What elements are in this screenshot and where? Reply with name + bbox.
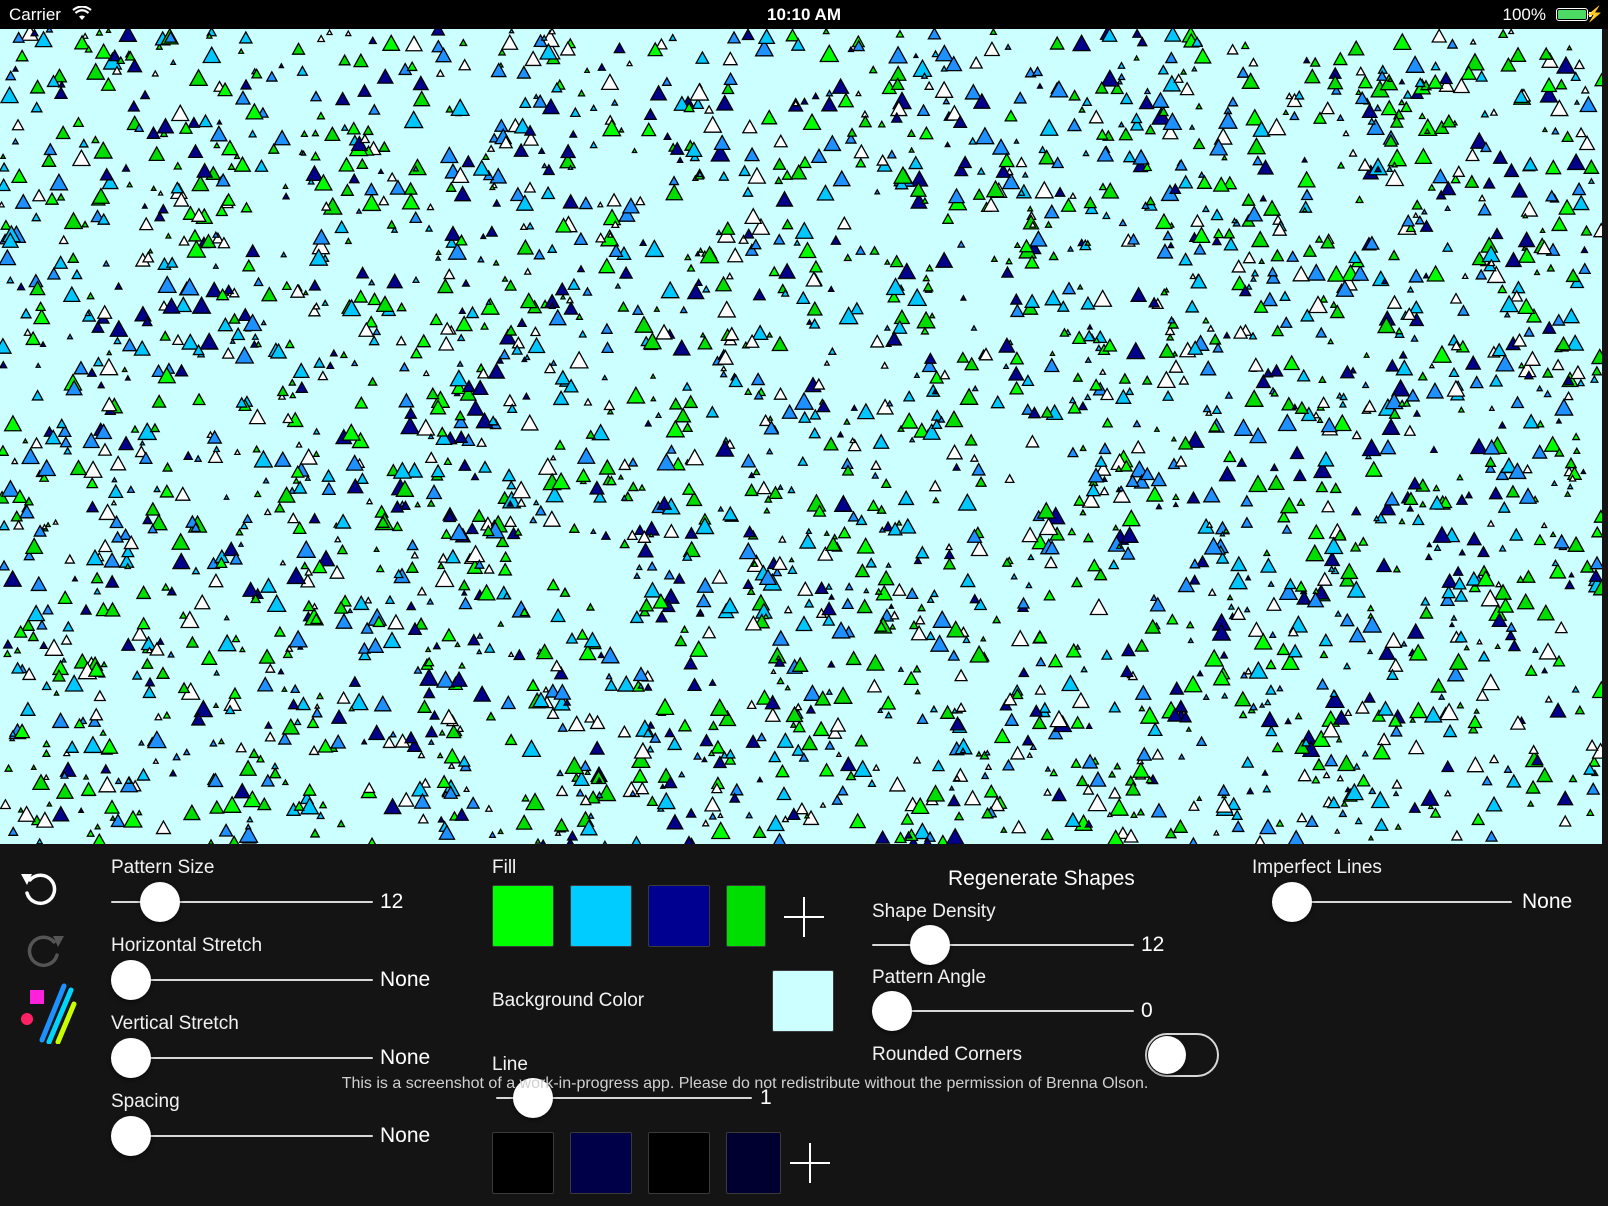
horizontal-stretch-slider[interactable] (111, 960, 373, 1000)
spacing-label: Spacing (111, 1091, 180, 1112)
charging-bolt-icon: ⚡ (1585, 6, 1604, 23)
clock-time: 10:10 AM (766, 5, 841, 24)
battery-percentage: 100% (1502, 5, 1546, 24)
app-logo-icon[interactable] (18, 982, 78, 1044)
fill-swatch[interactable] (570, 885, 632, 947)
imperfect-lines-label: Imperfect Lines (1252, 857, 1382, 878)
line-swatch[interactable] (492, 1132, 554, 1194)
vertical-stretch-slider[interactable] (111, 1038, 373, 1078)
pattern-size-slider[interactable] (111, 882, 373, 922)
slider-thumb[interactable] (1272, 882, 1312, 922)
pattern-canvas[interactable] (0, 29, 1602, 844)
background-color-label: Background Color (492, 990, 645, 1011)
line-swatch[interactable] (648, 1132, 710, 1194)
pattern-canvas-area[interactable] (0, 29, 1602, 844)
redo-icon[interactable] (24, 928, 68, 968)
status-bar: Carrier 10:10 AM 100% ⚡ (0, 0, 1608, 29)
shape-density-value: 12 (1141, 933, 1165, 956)
add-fill-color-button[interactable] (784, 897, 824, 937)
pattern-triangle (45, 29, 54, 33)
fill-label: Fill (492, 857, 517, 878)
line-width-value: 1 (760, 1086, 772, 1109)
slider-thumb[interactable] (139, 882, 180, 922)
slider-thumb[interactable] (111, 960, 151, 1000)
spacing-value: None (380, 1124, 431, 1147)
vertical-stretch-value: None (380, 1046, 431, 1069)
slider-thumb[interactable] (111, 1116, 151, 1156)
pattern-angle-label: Pattern Angle (872, 967, 987, 988)
shape-density-label: Shape Density (872, 901, 996, 922)
horizontal-stretch-value: None (380, 968, 431, 991)
fill-swatch[interactable] (492, 885, 554, 947)
pattern-angle-value: 0 (1141, 999, 1153, 1022)
slider-thumb[interactable] (909, 925, 950, 965)
rounded-corners-label: Rounded Corners (872, 1044, 1022, 1065)
undo-icon[interactable] (18, 868, 62, 908)
battery-icon (1556, 8, 1588, 21)
horizontal-stretch-label: Horizontal Stretch (111, 935, 263, 956)
fill-swatch[interactable] (648, 885, 710, 947)
imperfect-lines-slider[interactable] (1272, 882, 1512, 922)
shape-density-slider[interactable] (872, 925, 1134, 965)
slider-thumb[interactable] (872, 991, 912, 1031)
slider-thumb[interactable] (111, 1038, 151, 1078)
line-width-slider[interactable] (496, 1078, 752, 1118)
line-label: Line (492, 1054, 528, 1075)
spacing-slider[interactable] (111, 1116, 373, 1156)
background-color-swatch[interactable] (772, 970, 834, 1032)
pattern-size-label: Pattern Size (111, 857, 215, 878)
imperfect-lines-value: None (1522, 890, 1573, 913)
pattern-size-value: 12 (380, 890, 404, 913)
fill-swatch[interactable] (726, 885, 766, 947)
rounded-corners-toggle[interactable] (1145, 1033, 1219, 1077)
add-line-color-button[interactable] (790, 1143, 830, 1183)
vertical-stretch-label: Vertical Stretch (111, 1013, 239, 1034)
pattern-angle-slider[interactable] (872, 991, 1134, 1031)
regenerate-shapes-button[interactable]: Regenerate Shapes (948, 867, 1135, 891)
slider-thumb[interactable] (513, 1078, 554, 1118)
line-swatch[interactable] (726, 1132, 781, 1194)
line-swatch[interactable] (570, 1132, 632, 1194)
